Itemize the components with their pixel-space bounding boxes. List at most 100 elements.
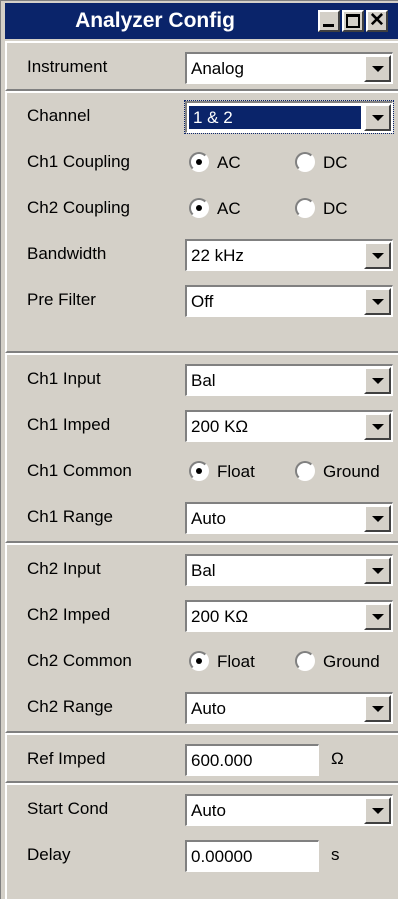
- radio-unselected-icon: [295, 651, 315, 671]
- pre-filter-row: Pre Filter Off: [7, 277, 398, 323]
- ch2-imped-row: Ch2 Imped 200 KΩ: [7, 592, 398, 638]
- ch1-common-ground-label: Ground: [323, 462, 380, 481]
- analyzer-config-window: Analyzer Config ✕ Instrument Analog Chan…: [0, 0, 398, 900]
- chevron-down-icon[interactable]: [364, 367, 391, 394]
- channel-label: Channel: [27, 106, 91, 125]
- radio-unselected-icon: [295, 198, 315, 218]
- bandwidth-row: Bandwidth 22 kHz: [7, 231, 398, 277]
- chevron-down-icon[interactable]: [364, 557, 391, 584]
- pre-filter-value: Off: [191, 292, 214, 311]
- bandwidth-label: Bandwidth: [27, 244, 107, 263]
- channel-value: 1 & 2: [189, 106, 361, 129]
- ref-imped-section: Ref Imped 600.000 Ω: [5, 733, 398, 783]
- ch2-coupling-ac-label: AC: [217, 199, 241, 218]
- start-cond-label: Start Cond: [27, 799, 109, 818]
- instrument-row: Instrument Analog: [7, 44, 398, 90]
- instrument-select[interactable]: Analog: [185, 52, 393, 84]
- maximize-icon: [344, 12, 362, 30]
- delay-unit: s: [331, 845, 340, 864]
- radio-unselected-icon: [295, 152, 315, 172]
- ref-imped-row: Ref Imped 600.000 Ω: [7, 736, 398, 782]
- ch2-input-label: Ch2 Input: [27, 559, 101, 578]
- radio-selected-icon: [189, 651, 209, 671]
- ch2-common-float-label: Float: [217, 652, 255, 671]
- maximize-button[interactable]: [342, 10, 364, 32]
- start-cond-select[interactable]: Auto: [185, 794, 393, 826]
- chevron-down-icon[interactable]: [364, 413, 391, 440]
- chevron-down-icon[interactable]: [364, 505, 391, 532]
- channel-select[interactable]: 1 & 2: [184, 100, 394, 134]
- ch1-imped-value: 200 KΩ: [191, 417, 249, 436]
- ch2-coupling-label: Ch2 Coupling: [27, 198, 131, 217]
- close-button[interactable]: ✕: [366, 10, 388, 32]
- ch2-range-select[interactable]: Auto: [185, 692, 393, 724]
- chevron-down-icon[interactable]: [364, 242, 391, 269]
- radio-selected-icon: [189, 152, 209, 172]
- ch2-common-ground-label: Ground: [323, 652, 380, 671]
- delay-value: 0.00000: [191, 847, 253, 866]
- ch1-imped-label: Ch1 Imped: [27, 415, 111, 434]
- ch1-input-label: Ch1 Input: [27, 369, 101, 388]
- ch1-imped-select[interactable]: 200 KΩ: [185, 410, 393, 442]
- title-bar[interactable]: Analyzer Config ✕: [5, 3, 398, 39]
- ref-imped-label: Ref Imped: [27, 749, 106, 768]
- instrument-label: Instrument: [27, 57, 108, 76]
- ch1-range-label: Ch1 Range: [27, 507, 114, 526]
- ch1-coupling-label: Ch1 Coupling: [27, 152, 131, 171]
- close-icon: ✕: [369, 10, 385, 31]
- ch2-common-row: Ch2 Common Float Ground: [7, 638, 398, 684]
- instrument-value: Analog: [191, 59, 244, 78]
- delay-row: Delay 0.00000 s: [7, 832, 398, 878]
- ch1-common-row: Ch1 Common Float Ground: [7, 448, 398, 494]
- ch2-input-select[interactable]: Bal: [185, 554, 393, 586]
- ch1-range-row: Ch1 Range Auto: [7, 494, 398, 540]
- ref-imped-unit: Ω: [331, 749, 344, 768]
- ch2-range-value: Auto: [191, 699, 226, 718]
- ch1-range-select[interactable]: Auto: [185, 502, 393, 534]
- chevron-down-icon[interactable]: [364, 797, 391, 824]
- ch1-coupling-ac-label: AC: [217, 153, 241, 172]
- start-section: Start Cond Auto Delay 0.00000 s: [5, 783, 398, 900]
- delay-label: Delay: [27, 845, 71, 864]
- start-cond-value: Auto: [191, 801, 226, 820]
- ch1-imped-row: Ch1 Imped 200 KΩ: [7, 402, 398, 448]
- delay-input[interactable]: 0.00000: [185, 840, 319, 872]
- channel-row: Channel 1 & 2: [7, 93, 398, 139]
- ch1-input-select[interactable]: Bal: [185, 364, 393, 396]
- start-cond-row: Start Cond Auto: [7, 786, 398, 832]
- chevron-down-icon[interactable]: [364, 695, 391, 722]
- chevron-down-icon[interactable]: [364, 55, 391, 82]
- chevron-down-icon[interactable]: [364, 288, 391, 315]
- ref-imped-input[interactable]: 600.000: [185, 744, 319, 776]
- ch2-section: Ch2 Input Bal Ch2 Imped 200 KΩ Ch2 Commo…: [5, 543, 398, 733]
- chevron-down-icon[interactable]: [364, 603, 391, 630]
- ch2-coupling-row: Ch2 Coupling AC DC: [7, 185, 398, 231]
- pre-filter-label: Pre Filter: [27, 290, 96, 309]
- ch2-input-row: Ch2 Input Bal: [7, 546, 398, 592]
- bandwidth-select[interactable]: 22 kHz: [185, 239, 393, 271]
- ch1-common-label: Ch1 Common: [27, 461, 132, 480]
- ch1-input-value: Bal: [191, 371, 216, 390]
- instrument-section: Instrument Analog: [5, 41, 398, 91]
- radio-selected-icon: [189, 198, 209, 218]
- ch2-common-label: Ch2 Common: [27, 651, 132, 670]
- ch1-input-row: Ch1 Input Bal: [7, 356, 398, 402]
- radio-unselected-icon: [295, 461, 315, 481]
- bandwidth-value: 22 kHz: [191, 246, 244, 265]
- ch2-input-value: Bal: [191, 561, 216, 580]
- ch2-imped-select[interactable]: 200 KΩ: [185, 600, 393, 632]
- minimize-icon: [320, 12, 338, 30]
- ch2-imped-label: Ch2 Imped: [27, 605, 111, 624]
- ref-imped-value: 600.000: [191, 751, 253, 770]
- pre-filter-select[interactable]: Off: [185, 285, 393, 317]
- channel-section: Channel 1 & 2 Ch1 Coupling AC DC Ch2 Cou…: [5, 91, 398, 353]
- ch1-coupling-row: Ch1 Coupling AC DC: [7, 139, 398, 185]
- ch1-common-float-label: Float: [217, 462, 255, 481]
- minimize-button[interactable]: [318, 10, 340, 32]
- ch2-range-row: Ch2 Range Auto: [7, 684, 398, 730]
- ch2-imped-value: 200 KΩ: [191, 607, 249, 626]
- ch1-coupling-dc-label: DC: [323, 153, 348, 172]
- chevron-down-icon[interactable]: [364, 104, 391, 131]
- ch1-range-value: Auto: [191, 509, 226, 528]
- ch2-coupling-dc-label: DC: [323, 199, 348, 218]
